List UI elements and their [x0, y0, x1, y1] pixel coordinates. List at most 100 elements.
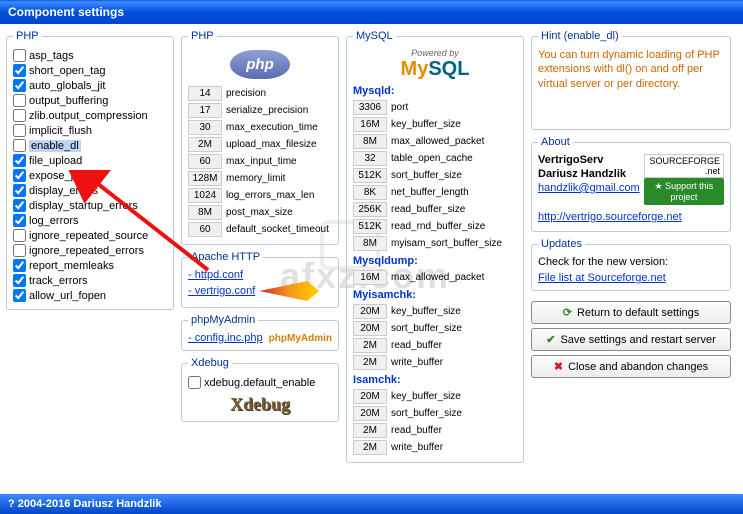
mysql-val-input[interactable]: 20M — [353, 406, 387, 421]
pma-link-config[interactable]: - config.inc.php — [188, 332, 263, 344]
mysql-val-input[interactable]: 32 — [353, 151, 387, 166]
php-check-row: track_errors — [13, 273, 167, 288]
php-checkbox-display_errors[interactable] — [13, 184, 26, 197]
apache-link-httpd[interactable]: - httpd.conf — [188, 269, 243, 281]
mysql-val-input[interactable]: 2M — [353, 423, 387, 438]
php-check-row: file_upload — [13, 153, 167, 168]
php-check-label: allow_url_fopen — [29, 290, 106, 302]
php-val-label: max_input_time — [226, 156, 297, 167]
php-checkbox-enable_dl[interactable] — [13, 139, 26, 152]
mysql-val-input[interactable]: 512K — [353, 168, 387, 183]
support-project-button[interactable]: ★ Support this project — [644, 178, 724, 205]
mysql-val-input[interactable]: 3306 — [353, 100, 387, 115]
mysql-val-row: 512Kread_rnd_buffer_size — [353, 218, 517, 235]
php-checkbox-report_memleaks[interactable] — [13, 259, 26, 272]
mysql-val-row: 512Ksort_buffer_size — [353, 167, 517, 184]
php-checkbox-short_open_tag[interactable] — [13, 64, 26, 77]
mysql-val-row: 20Msort_buffer_size — [353, 320, 517, 337]
php-checkbox-auto_globals_jit[interactable] — [13, 79, 26, 92]
cancel-button[interactable]: ✖Close and abandon changes — [531, 355, 731, 378]
php-check-row: enable_dl — [13, 138, 167, 153]
mysql-val-row: 20M key_buffer_size — [353, 303, 517, 320]
php-checkbox-expose_php[interactable] — [13, 169, 26, 182]
php-check-label: display_startup_errors — [29, 200, 138, 212]
php-val-row: 60default_socket_timeout — [188, 221, 332, 238]
mysql-val-input[interactable]: 256K — [353, 202, 387, 217]
mysql-val-input[interactable]: 2M — [353, 338, 387, 353]
php-val-input[interactable]: 128M — [188, 171, 222, 186]
mysql-val-label: read_buffer_size — [391, 204, 465, 215]
php-checkbox-file_upload[interactable] — [13, 154, 26, 167]
close-icon: ✖ — [554, 360, 563, 373]
mysql-val-input[interactable]: 8M — [353, 236, 387, 251]
php-check-row: display_startup_errors — [13, 198, 167, 213]
php-vals-legend: PHP — [188, 30, 217, 42]
mysql-val-input[interactable]: 2M — [353, 440, 387, 455]
apache-link-vertrigo[interactable]: - vertrigo.conf — [188, 285, 255, 297]
reset-button[interactable]: ⟳Return to default settings — [531, 301, 731, 324]
php-checkbox-group: PHP asp_tagsshort_open_tagauto_globals_j… — [6, 30, 174, 310]
php-check-label: report_memleaks — [29, 260, 114, 272]
php-check-label: zlib.output_compression — [29, 110, 148, 122]
mysql-val-label: max_allowed_packet — [391, 136, 484, 147]
php-check-row: output_buffering — [13, 93, 167, 108]
php-val-input[interactable]: 8M — [188, 205, 222, 220]
mysql-val-label: key_buffer_size — [391, 306, 461, 317]
save-button[interactable]: ✔Save settings and restart server — [531, 328, 731, 351]
myisamchk-header: Myisamchk: — [353, 289, 517, 301]
php-val-input[interactable]: 1024 — [188, 188, 222, 203]
php-val-input[interactable]: 30 — [188, 120, 222, 135]
php-checkbox-implicit_flush[interactable] — [13, 124, 26, 137]
mysql-val-input[interactable]: 20M — [353, 389, 387, 404]
php-val-row: 8Mpost_max_size — [188, 204, 332, 221]
updates-link[interactable]: File list at Sourceforge.net — [538, 272, 666, 284]
pma-group: phpMyAdmin - config.inc.php phpMyAdmin — [181, 314, 339, 351]
php-check-row: log_errors — [13, 213, 167, 228]
about-email-link[interactable]: handzlik@gmail.com — [538, 182, 640, 194]
php-checkbox-zlib.output_compression[interactable] — [13, 109, 26, 122]
php-check-row: allow_url_fopen — [13, 288, 167, 303]
mysql-val-input[interactable]: 20M — [353, 304, 387, 319]
php-val-input[interactable]: 14 — [188, 86, 222, 101]
refresh-icon: ⟳ — [563, 306, 572, 319]
mysql-val-row: 20Msort_buffer_size — [353, 405, 517, 422]
mysql-val-input[interactable]: 20M — [353, 321, 387, 336]
php-check-label: implicit_flush — [29, 125, 92, 137]
php-check-label: track_errors — [29, 275, 88, 287]
mysql-val-input[interactable]: 8M — [353, 134, 387, 149]
php-val-input[interactable]: 17 — [188, 103, 222, 118]
mysql-legend: MySQL — [353, 30, 396, 42]
php-val-input[interactable]: 60 — [188, 222, 222, 237]
mysql-val-input[interactable]: 8K — [353, 185, 387, 200]
mysql-val-row: 8K net_buffer_length — [353, 184, 517, 201]
php-checkbox-track_errors[interactable] — [13, 274, 26, 287]
about-legend: About — [538, 136, 573, 148]
php-checkbox-log_errors[interactable] — [13, 214, 26, 227]
about-url-link[interactable]: http://vertrigo.sourceforge.net — [538, 211, 682, 223]
php-checkbox-ignore_repeated_source[interactable] — [13, 229, 26, 242]
mysql-val-row: 16M key_buffer_size — [353, 116, 517, 133]
mysql-val-input[interactable]: 16M — [353, 270, 387, 285]
pma-legend: phpMyAdmin — [188, 314, 258, 326]
php-checkbox-ignore_repeated_errors[interactable] — [13, 244, 26, 257]
mysql-val-row: 256K read_buffer_size — [353, 201, 517, 218]
php-check-row: ignore_repeated_errors — [13, 243, 167, 258]
mysql-val-input[interactable]: 512K — [353, 219, 387, 234]
php-checkbox-asp_tags[interactable] — [13, 49, 26, 62]
mysql-val-input[interactable]: 16M — [353, 117, 387, 132]
mysql-val-input[interactable]: 2M — [353, 355, 387, 370]
apache-group: Apache HTTP - httpd.conf - vertrigo.conf — [181, 251, 339, 308]
php-checkbox-output_buffering[interactable] — [13, 94, 26, 107]
mysql-val-label: net_buffer_length — [391, 187, 469, 198]
mysql-val-row: 2Mwrite_buffer — [353, 354, 517, 371]
php-val-input[interactable]: 2M — [188, 137, 222, 152]
php-val-input[interactable]: 60 — [188, 154, 222, 169]
mysql-val-label: read_buffer — [391, 425, 442, 436]
mysql-val-label: key_buffer_size — [391, 119, 461, 130]
php-checkbox-allow_url_fopen[interactable] — [13, 289, 26, 302]
php-val-row: 30max_execution_time — [188, 119, 332, 136]
php-check-label: auto_globals_jit — [29, 80, 105, 92]
xdebug-checkbox[interactable] — [188, 376, 201, 389]
php-checkbox-display_startup_errors[interactable] — [13, 199, 26, 212]
updates-group: Updates Check for the new version: File … — [531, 238, 731, 291]
